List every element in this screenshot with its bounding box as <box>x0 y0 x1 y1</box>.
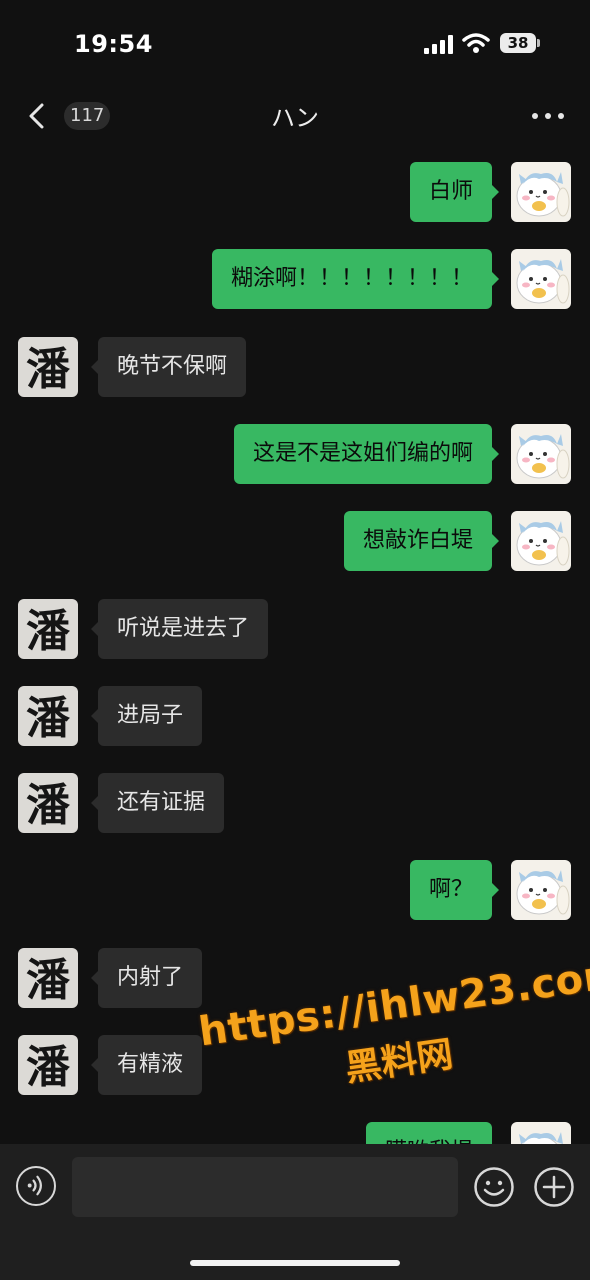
received-message: 潘听说是进去了 <box>0 597 590 661</box>
cellular-signal-icon <box>424 34 454 54</box>
status-time: 19:54 <box>74 30 153 58</box>
voice-button[interactable] <box>16 1166 56 1206</box>
sent-message: 白师 <box>0 160 590 224</box>
more-functions-button[interactable] <box>533 1166 575 1208</box>
chevron-left-icon <box>29 103 44 129</box>
my-avatar[interactable] <box>511 1122 571 1144</box>
unread-count-badge: 117 <box>64 102 111 130</box>
message-input[interactable] <box>72 1157 458 1217</box>
received-message: 潘还有证据 <box>0 771 590 835</box>
svg-text:潘: 潘 <box>26 955 70 1006</box>
battery-cap <box>537 39 540 47</box>
svg-text:潘: 潘 <box>26 606 70 657</box>
voice-icon <box>27 1175 42 1196</box>
received-message: 潘进局子 <box>0 684 590 748</box>
status-bar: 19:54 38 <box>0 0 590 88</box>
sent-message: 瞒哟我堤 <box>0 1120 590 1144</box>
my-avatar[interactable] <box>511 424 571 484</box>
contact-avatar[interactable]: 潘 <box>18 1035 78 1095</box>
svg-text:潘: 潘 <box>26 693 70 744</box>
watermark-text: 黑料网 <box>342 1033 456 1090</box>
chat-title: ハン <box>271 104 319 132</box>
message-bubble[interactable]: 进局子 <box>90 686 203 746</box>
message-bubble[interactable]: 还有证据 <box>90 773 225 833</box>
contact-avatar[interactable]: 潘 <box>18 948 78 1008</box>
message-bubble[interactable]: 听说是进去了 <box>90 599 269 659</box>
back-button[interactable]: 117 <box>16 96 112 136</box>
battery-icon: 38 <box>500 33 536 53</box>
my-avatar[interactable] <box>511 511 571 571</box>
message-bubble[interactable]: 白师 <box>409 162 500 222</box>
sent-message: 想敲诈白堤 <box>0 509 590 573</box>
message-bubble[interactable]: 晚节不保啊 <box>90 337 247 397</box>
svg-text:潘: 潘 <box>26 1042 70 1093</box>
contact-avatar[interactable]: 潘 <box>18 686 78 746</box>
my-avatar[interactable] <box>511 860 571 920</box>
more-dots-icon <box>532 113 538 119</box>
message-bubble[interactable]: 糊涂啊！！！！！！！！ <box>211 249 500 309</box>
message-bubble[interactable]: 啊？ <box>409 860 500 920</box>
svg-text:潘: 潘 <box>26 344 70 395</box>
sent-message: 这是不是这姐们编的啊 <box>0 422 590 486</box>
chat-header: 117 ハン <box>0 88 590 144</box>
my-avatar[interactable] <box>511 162 571 222</box>
contact-avatar[interactable]: 潘 <box>18 773 78 833</box>
sent-message: 糊涂啊！！！！！！！！ <box>0 247 590 311</box>
received-message: 潘晚节不保啊 <box>0 335 590 399</box>
message-bubble[interactable]: 内射了 <box>90 948 203 1008</box>
message-bubble[interactable]: 瞒哟我堤 <box>365 1122 492 1144</box>
message-bubble[interactable]: 有精液 <box>90 1035 203 1095</box>
more-options-button[interactable] <box>528 102 568 130</box>
my-avatar[interactable] <box>511 249 571 309</box>
wifi-icon <box>462 33 490 53</box>
message-bubble[interactable]: 想敲诈白堤 <box>343 511 500 571</box>
contact-avatar[interactable]: 潘 <box>18 337 78 397</box>
message-bubble[interactable]: 这是不是这姐们编的啊 <box>233 424 500 484</box>
home-indicator <box>190 1260 400 1266</box>
sent-message: 啊？ <box>0 858 590 922</box>
contact-avatar[interactable]: 潘 <box>18 599 78 659</box>
emoji-button[interactable] <box>473 1166 515 1208</box>
svg-text:潘: 潘 <box>26 780 70 831</box>
